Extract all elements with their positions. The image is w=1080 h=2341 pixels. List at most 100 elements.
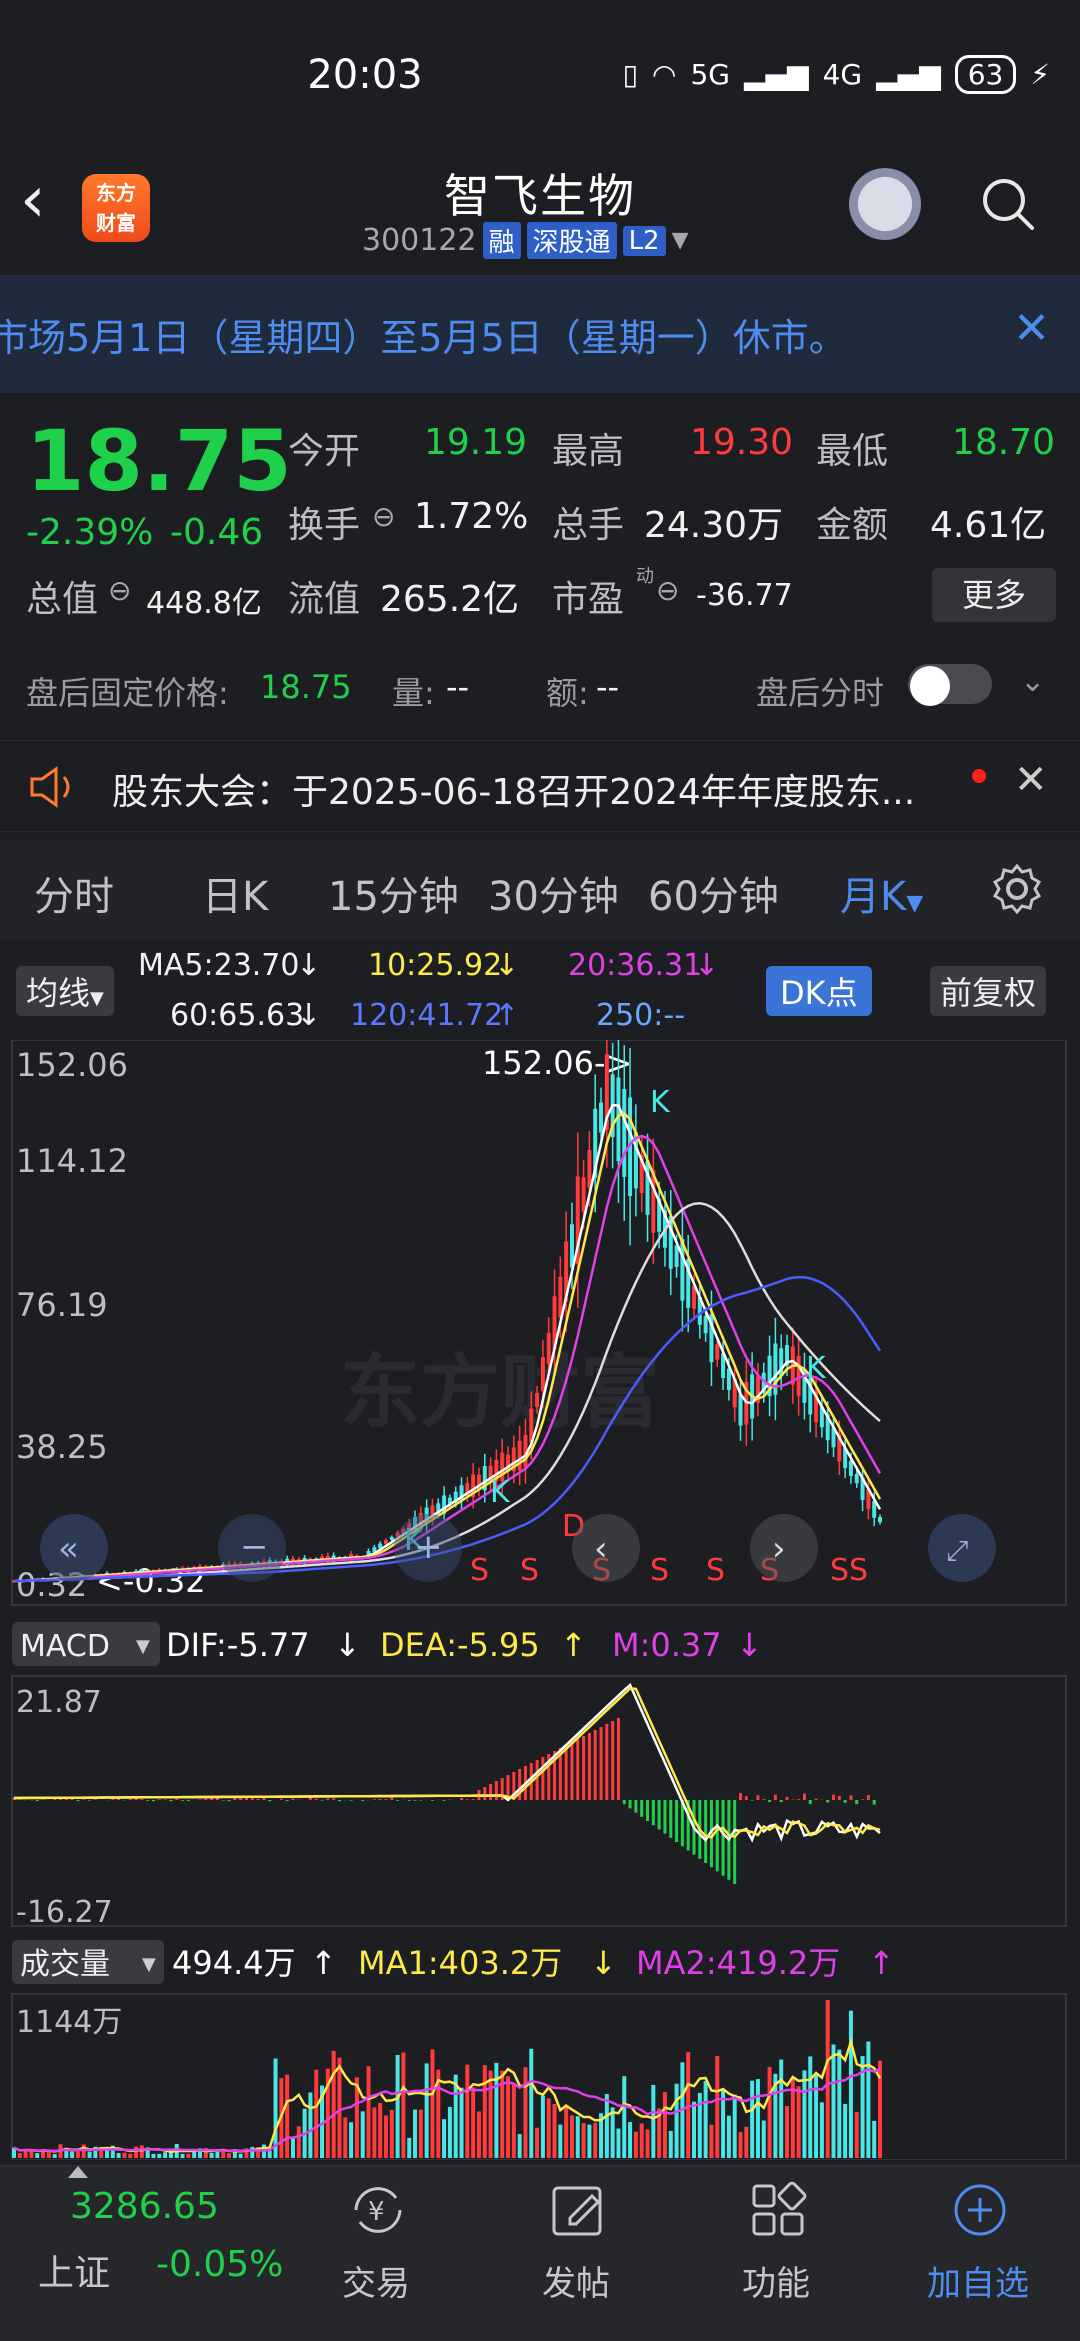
volume-bar: [465, 2065, 469, 2158]
nav-trade[interactable]: ¥ 交易: [296, 2166, 456, 2341]
macd-bar: [786, 1797, 789, 1800]
caret-up-icon[interactable]: [68, 2166, 88, 2178]
volume-bar: [692, 2102, 696, 2158]
macd-bar: [646, 1800, 649, 1821]
macd-bar: [617, 1718, 620, 1800]
volume-bar: [558, 2125, 562, 2158]
ma-selector[interactable]: 均线▼: [16, 966, 114, 1016]
volume-bar: [82, 2145, 86, 2158]
volume-bar: [669, 2131, 673, 2158]
candle: [704, 1316, 708, 1333]
volume-bar: [337, 2058, 341, 2158]
macd-bar: [228, 1800, 231, 1801]
tab-intraday[interactable]: 分时: [34, 864, 114, 922]
after-hours-toggle[interactable]: [908, 664, 992, 704]
volume-bar: [849, 2011, 853, 2158]
plus-icon: +: [414, 1527, 443, 1567]
volume-bar: [605, 2094, 609, 2158]
volume-bar: [105, 2150, 109, 2158]
macd-bar: [570, 1742, 573, 1800]
signal-icon-2: ▂▄▆: [876, 58, 941, 91]
volume-bar: [460, 2088, 464, 2158]
nav-trade-label: 交易: [296, 2256, 456, 2305]
market-notice-banner[interactable]: 市场5月1日（星期四）至5月5日（星期一）休市。 ✕: [0, 275, 1080, 393]
volume-bar: [564, 2106, 568, 2158]
macd-bar: [181, 1800, 184, 1801]
tab-60min[interactable]: 60分钟: [648, 864, 779, 922]
volume-bar: [611, 2107, 615, 2158]
mktcap-value: 448.8亿: [146, 578, 262, 622]
close-icon[interactable]: ✕: [1013, 303, 1050, 354]
close-icon[interactable]: ✕: [1014, 757, 1048, 803]
macd-bar: [704, 1800, 707, 1863]
macd-bar: [36, 1800, 39, 1801]
macd-bar: [629, 1800, 632, 1808]
macd-bar: [361, 1800, 364, 1801]
volume-bar: [576, 2116, 580, 2158]
macd-bar: [640, 1800, 643, 1817]
info-icon[interactable]: ⊖: [656, 574, 679, 607]
after-hours-row: 盘后固定价格: 18.75 量: -- 额: -- 盘后分时 ⌄: [0, 662, 1080, 722]
volume-bar: [709, 2125, 713, 2158]
volume-bar: [181, 2154, 185, 2158]
volume-bar: [239, 2154, 243, 2158]
macd-bar: [245, 1798, 248, 1800]
nav-add-watchlist[interactable]: 加自选: [898, 2166, 1058, 2341]
info-icon[interactable]: ⊖: [372, 500, 395, 533]
nav-functions[interactable]: 功能: [696, 2166, 856, 2341]
stock-charts[interactable]: 东方财富 152.06 114.12 76.19 38.25 0.32 152.…: [0, 1040, 1080, 2160]
index-change[interactable]: -0.05%: [156, 2244, 283, 2285]
macd-bar: [414, 1800, 417, 1801]
tab-30min[interactable]: 30分钟: [488, 864, 619, 922]
tab-15min[interactable]: 15分钟: [328, 864, 459, 922]
volume-bar: [634, 2132, 638, 2158]
macd-bar: [164, 1799, 167, 1800]
search-icon[interactable]: [980, 176, 1036, 232]
nav-post-label: 发帖: [496, 2256, 656, 2305]
macd-bar: [204, 1799, 207, 1800]
arrow-up-icon: ↑: [868, 1944, 895, 1982]
volume-bar: [512, 2084, 516, 2158]
candle: [541, 1357, 545, 1391]
macd-bar: [855, 1800, 858, 1804]
volume-bar: [733, 2095, 737, 2158]
volume-bar: [227, 2153, 231, 2158]
index-value[interactable]: 3286.65: [70, 2186, 219, 2227]
macd-bar: [291, 1799, 294, 1800]
stock-code-row[interactable]: 300122 融 深股通 L2 ▼: [362, 222, 689, 259]
adjust-price-button[interactable]: 前复权: [930, 966, 1046, 1016]
macd-bar: [861, 1799, 864, 1800]
m-value: M:0.37: [612, 1626, 722, 1664]
s-marker: S: [650, 1553, 669, 1588]
volume-bar: [855, 2112, 859, 2158]
nav-post[interactable]: 发帖: [496, 2166, 656, 2341]
volume-bar: [785, 2106, 789, 2158]
shareholder-meeting-banner[interactable]: 股东大会：于2025-06-18召开2024年年度股东... ✕: [0, 740, 1080, 832]
macd-bar: [408, 1800, 411, 1801]
volume-bar: [407, 2138, 411, 2158]
macd-bar: [838, 1796, 841, 1800]
tab-monthly[interactable]: 月K▼: [840, 864, 923, 922]
volume-bar: [541, 2096, 545, 2158]
volume-bar: [832, 2044, 836, 2158]
stock-header: ‹ 东方 财富 智飞生物 300122 融 深股通 L2 ▼: [0, 150, 1080, 270]
volume-bar: [756, 2079, 760, 2158]
chevron-down-icon[interactable]: ⌄: [1020, 664, 1045, 699]
macd-bar: [117, 1799, 120, 1800]
gear-icon[interactable]: [990, 862, 1044, 916]
dk-point-button[interactable]: DK点: [766, 966, 872, 1016]
macd-bar: [582, 1736, 585, 1800]
amount-value: 4.61亿: [930, 496, 1046, 548]
volume-bar: [210, 2153, 214, 2158]
volume-bar: [215, 2151, 219, 2158]
info-icon[interactable]: ⊖: [108, 574, 131, 607]
tab-daily[interactable]: 日K: [202, 864, 268, 922]
more-button[interactable]: 更多: [932, 568, 1056, 622]
candle: [878, 1517, 882, 1522]
assistant-robot-icon[interactable]: [845, 168, 925, 248]
candle: [582, 1177, 586, 1212]
turnover-label: 换手: [288, 496, 360, 548]
index-name[interactable]: 上证: [38, 2244, 110, 2296]
s-marker: SS: [830, 1553, 868, 1588]
volume-bar: [372, 2107, 376, 2158]
